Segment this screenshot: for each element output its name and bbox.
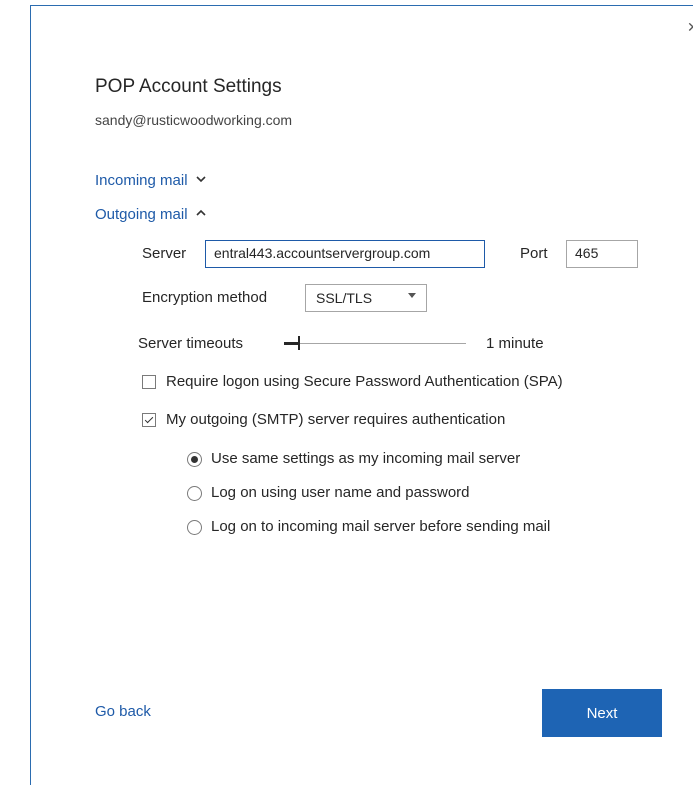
timeout-slider-track[interactable]: [284, 343, 466, 344]
spa-label: Require logon using Secure Password Auth…: [166, 373, 563, 390]
dropdown-arrow-icon: [408, 293, 416, 298]
encryption-value: SSL/TLS: [316, 290, 373, 306]
auth-option-label: Log on to incoming mail server before se…: [211, 518, 551, 535]
server-label: Server: [142, 245, 187, 262]
timeout-slider-thumb[interactable]: [298, 336, 300, 350]
port-label: Port: [520, 245, 548, 262]
incoming-mail-label: Incoming mail: [95, 172, 188, 189]
auth-label: My outgoing (SMTP) server requires authe…: [166, 411, 506, 428]
go-back-link[interactable]: Go back: [95, 703, 151, 720]
outgoing-mail-toggle[interactable]: Outgoing mail: [95, 206, 206, 223]
timeout-slider-fill: [284, 342, 298, 345]
spa-checkbox[interactable]: [142, 375, 156, 389]
auth-option-label: Use same settings as my incoming mail se…: [211, 450, 521, 467]
encryption-select[interactable]: SSL/TLS: [305, 284, 427, 312]
encryption-label: Encryption method: [142, 289, 268, 306]
next-button[interactable]: Next: [542, 689, 662, 737]
chevron-down-icon: [195, 175, 206, 186]
incoming-mail-toggle[interactable]: Incoming mail: [95, 172, 206, 189]
timeout-value: 1 minute: [486, 335, 544, 352]
auth-option-radio[interactable]: [187, 520, 202, 535]
close-icon[interactable]: ✕: [687, 20, 693, 34]
page-title: POP Account Settings: [95, 76, 282, 97]
outgoing-mail-label: Outgoing mail: [95, 206, 188, 223]
account-email: sandy@rusticwoodworking.com: [95, 112, 293, 128]
auth-checkbox[interactable]: [142, 413, 156, 427]
server-input[interactable]: entral443.accountservergroup.com: [205, 240, 485, 268]
auth-option-radio[interactable]: [187, 486, 202, 501]
auth-option-label: Log on using user name and password: [211, 484, 470, 501]
port-input[interactable]: 465: [566, 240, 638, 268]
auth-option-radio[interactable]: [187, 452, 202, 467]
timeout-label: Server timeouts: [138, 335, 244, 352]
chevron-up-icon: [195, 209, 206, 220]
